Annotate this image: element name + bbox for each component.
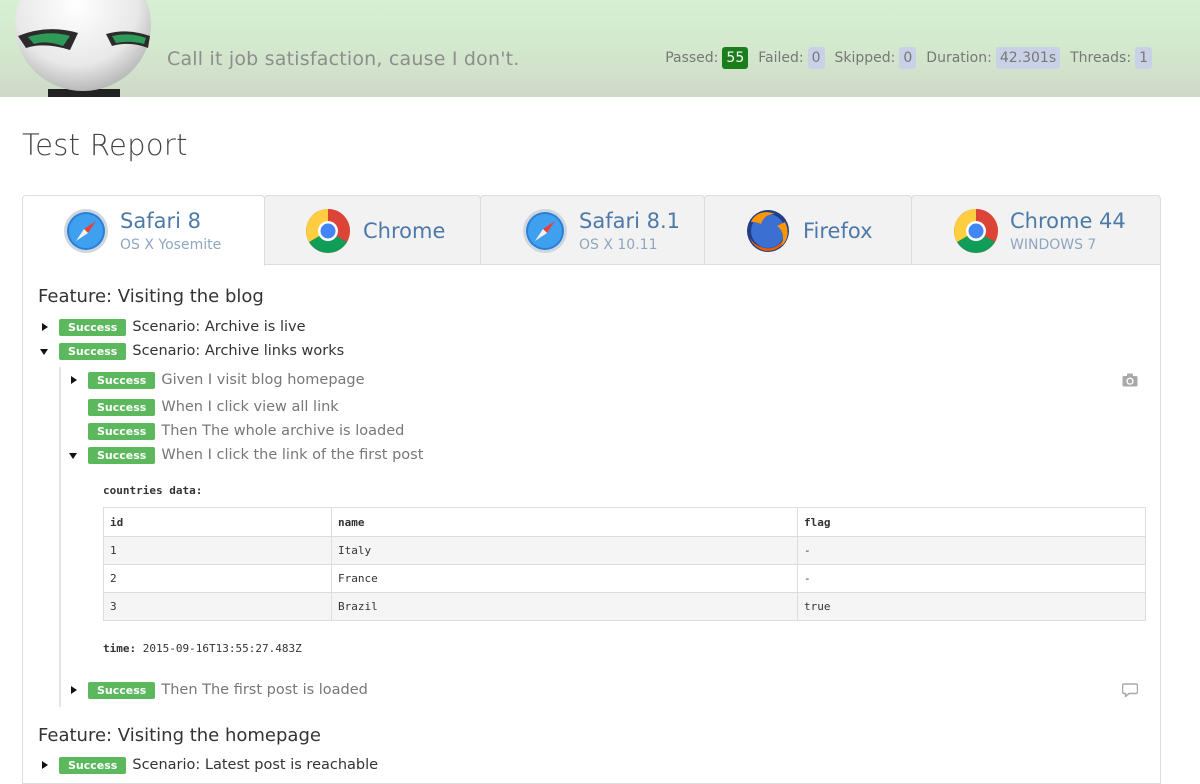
safari-icon: [523, 209, 567, 253]
tab-safari-8[interactable]: Safari 8 OS X Yosemite: [22, 195, 265, 266]
step-row[interactable]: Success Given I visit blog homepage: [69, 371, 365, 389]
status-badge: Success: [88, 422, 156, 440]
firefox-icon: [747, 210, 789, 252]
header-banner: Call it job satisfaction, cause I don't.…: [0, 0, 1200, 97]
passed-label: Passed:: [665, 50, 719, 66]
threads-count: 1: [1135, 47, 1152, 69]
status-badge: Success: [88, 446, 156, 464]
step-text: Then The first post is loaded: [161, 682, 368, 698]
tab-name: Safari 8: [120, 209, 201, 233]
table-header-row: id name flag: [103, 507, 1146, 537]
skipped-count: 0: [899, 47, 917, 69]
failed-count: 0: [807, 47, 825, 69]
table-cell: -: [797, 536, 1146, 565]
step-text: Then The whole archive is loaded: [161, 423, 405, 439]
threads-label: Threads:: [1070, 50, 1132, 66]
table-row: 2 France -: [103, 564, 1146, 593]
browser-tabs: Safari 8 OS X Yosemite Chrome Safari 8.1…: [22, 195, 1161, 266]
status-badge: Success: [59, 318, 127, 336]
tab-chrome-44[interactable]: Chrome 44 WINDOWS 7: [911, 195, 1161, 264]
status-badge: Success: [88, 371, 156, 389]
page-title: Test Report: [22, 128, 188, 162]
status-badge: Success: [88, 681, 156, 699]
tab-name: Chrome 44: [1010, 209, 1126, 233]
duration-value: 42.301s: [995, 47, 1061, 69]
scenario-row[interactable]: Success Scenario: Archive links works: [40, 342, 344, 360]
collapse-caret-icon[interactable]: [40, 346, 50, 356]
chrome-icon: [954, 209, 998, 253]
tab-safari-8-1[interactable]: Safari 8.1 OS X 10.11: [480, 195, 705, 264]
expand-caret-icon[interactable]: [69, 685, 79, 695]
safari-icon: [64, 209, 108, 253]
countries-data-table: id name flag 1 Italy - 2 France - 3 Braz…: [103, 507, 1146, 621]
status-badge: Success: [59, 756, 127, 774]
table-cell: 1: [103, 536, 332, 565]
comment-icon[interactable]: [1122, 683, 1138, 697]
camera-icon[interactable]: [1122, 373, 1138, 387]
table-row: 3 Brazil true: [103, 592, 1146, 621]
timestamp-label: time:: [103, 642, 137, 655]
tab-name: Firefox: [803, 219, 873, 243]
table-cell: France: [331, 564, 798, 593]
step-row: Success Then The whole archive is loaded: [69, 422, 404, 440]
tab-firefox[interactable]: Firefox: [704, 195, 912, 264]
step-row: Success When I click view all link: [69, 398, 339, 416]
status-badge: Success: [59, 342, 127, 360]
status-badge: Success: [88, 398, 156, 416]
timestamp-value: 2015-09-16T13:55:27.483Z: [142, 642, 302, 655]
tab-os: OS X Yosemite: [120, 237, 222, 253]
column-header: flag: [797, 507, 1146, 537]
tab-chrome[interactable]: Chrome: [264, 195, 481, 264]
table-cell: 3: [103, 592, 332, 621]
chrome-icon: [306, 209, 350, 253]
step-text: Given I visit blog homepage: [161, 372, 365, 388]
feature-title: Feature: Visiting the blog: [38, 286, 264, 307]
table-cell: 2: [103, 564, 332, 593]
step-row[interactable]: Success Then The first post is loaded: [69, 681, 368, 699]
scenario-row[interactable]: Success Scenario: Archive is live: [40, 318, 306, 336]
feature-title: Feature: Visiting the homepage: [38, 725, 321, 746]
duration-label: Duration:: [926, 50, 992, 66]
collapse-caret-icon[interactable]: [69, 450, 79, 460]
step-text: When I click the link of the first post: [161, 447, 424, 463]
passed-count: 55: [722, 47, 749, 69]
step-text: When I click view all link: [161, 399, 339, 415]
datatable-label: countries data:: [103, 484, 203, 497]
robot-mascot-logo: [15, 0, 151, 97]
failed-label: Failed:: [758, 50, 804, 66]
table-cell: Italy: [331, 536, 798, 565]
tab-name: Safari 8.1: [579, 209, 681, 233]
expand-caret-icon[interactable]: [40, 322, 50, 332]
table-row: 1 Italy -: [103, 536, 1146, 565]
tab-os: OS X 10.11: [579, 237, 658, 253]
scenario-row[interactable]: Success Scenario: Latest post is reachab…: [40, 756, 378, 774]
summary-stats: Passed: 55 Failed: 0 Skipped: 0 Duration…: [665, 47, 1152, 69]
skipped-label: Skipped:: [834, 50, 896, 66]
scenario-title: Scenario: Latest post is reachable: [132, 757, 379, 773]
table-cell: -: [797, 564, 1146, 593]
scenario-title: Scenario: Archive links works: [132, 343, 345, 359]
scenario-title: Scenario: Archive is live: [132, 319, 306, 335]
tab-name: Chrome: [363, 219, 446, 243]
table-cell: Brazil: [331, 592, 798, 621]
column-header: name: [331, 507, 798, 537]
step-row[interactable]: Success When I click the link of the fir…: [69, 446, 423, 464]
step-indent-line: [59, 367, 61, 707]
expand-caret-icon[interactable]: [69, 375, 79, 385]
tagline: Call it job satisfaction, cause I don't.: [167, 48, 520, 70]
table-cell: true: [797, 592, 1146, 621]
step-timestamp: time: 2015-09-16T13:55:27.483Z: [103, 642, 302, 655]
tab-os: WINDOWS 7: [1010, 237, 1097, 253]
expand-caret-icon[interactable]: [40, 760, 50, 770]
column-header: id: [103, 507, 332, 537]
